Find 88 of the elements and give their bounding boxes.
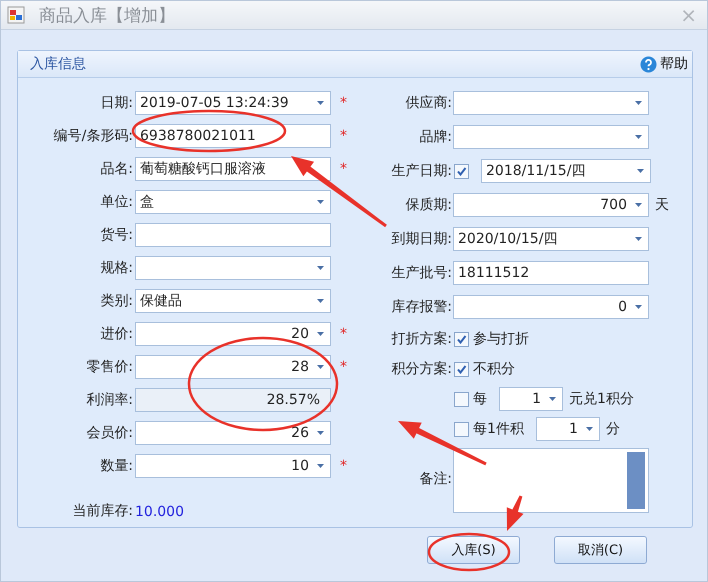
number-field[interactable]: 26 — [135, 420, 331, 444]
field-label: 品名: — [99, 160, 133, 178]
required-mark: * — [340, 358, 347, 374]
number-field[interactable]: 0 — [453, 295, 649, 319]
input-field[interactable]: 6938780021011 — [135, 124, 331, 148]
field-label: 进价: — [99, 324, 133, 342]
checkbox-label[interactable]: 每1件积 — [473, 420, 524, 438]
number-field[interactable]: 1 — [499, 387, 563, 411]
help-button[interactable]: 帮助 — [640, 55, 688, 73]
required-mark: * — [340, 160, 347, 176]
field-label: 生产日期: — [390, 162, 452, 180]
window-title: 商品入库【增加】 — [39, 4, 175, 26]
help-icon — [640, 56, 657, 72]
field-label: 积分方案: — [390, 360, 452, 378]
caret-icon[interactable] — [635, 305, 642, 309]
caret-icon[interactable] — [635, 203, 642, 207]
field-label: 打折方案: — [390, 330, 452, 348]
notes-field[interactable] — [453, 448, 649, 513]
dropdown-field[interactable] — [453, 91, 649, 115]
field-label: 供应商: — [404, 94, 452, 112]
checkbox-label[interactable]: 每 — [473, 390, 487, 408]
field-label: 备注: — [418, 470, 452, 488]
caret-icon[interactable] — [317, 364, 324, 368]
caret-icon[interactable] — [317, 332, 324, 336]
caret-icon[interactable] — [635, 135, 642, 139]
dropdown-field[interactable]: 保健品 — [135, 288, 331, 312]
unit-label: 天 — [655, 196, 669, 214]
dropdown-field[interactable] — [453, 125, 649, 149]
dropdown-field[interactable]: 2019-07-05 13:24:39 — [135, 90, 331, 114]
caret-icon[interactable] — [317, 298, 324, 302]
caret-icon[interactable] — [635, 237, 642, 241]
checkbox-label[interactable]: 不积分 — [473, 360, 515, 378]
stock-value: 10.000 — [135, 504, 184, 520]
field-label: 数量: — [99, 456, 133, 474]
dialog-button[interactable]: 入库(S) — [427, 536, 520, 564]
checkbox[interactable] — [454, 392, 469, 406]
caret-icon[interactable] — [637, 169, 644, 173]
readonly-field: 28.57% — [135, 388, 331, 412]
field-label: 规格: — [99, 258, 133, 276]
caret-icon[interactable] — [317, 464, 324, 468]
number-field[interactable]: 20 — [135, 322, 331, 346]
checkbox-label[interactable]: 参与打折 — [473, 330, 529, 348]
checkbox[interactable] — [454, 362, 469, 376]
number-field[interactable]: 28 — [135, 354, 331, 378]
checkbox[interactable] — [454, 332, 469, 346]
field-label: 零售价: — [85, 358, 133, 376]
date-field[interactable]: 2018/11/15/四 — [481, 159, 651, 183]
required-mark: * — [340, 458, 347, 474]
field-label: 利润率: — [85, 390, 133, 408]
group-title: 入库信息 — [30, 55, 86, 73]
input-field[interactable] — [135, 222, 331, 246]
input-field[interactable]: 葡萄糖酸钙口服溶液 — [135, 156, 331, 180]
field-label: 编号/条形码: — [52, 126, 133, 144]
input-field[interactable]: 18111512 — [453, 261, 649, 285]
checkbox[interactable] — [454, 422, 469, 436]
required-mark: * — [340, 326, 347, 342]
field-label: 会员价: — [85, 424, 133, 442]
scrollbar[interactable] — [627, 452, 645, 509]
caret-icon[interactable] — [586, 427, 593, 431]
field-label: 保质期: — [404, 196, 452, 214]
number-field[interactable]: 700 — [453, 193, 649, 217]
field-label: 到期日期: — [390, 230, 452, 248]
caret-icon[interactable] — [317, 430, 324, 434]
caret-icon[interactable] — [317, 200, 324, 204]
field-label: 货号: — [99, 226, 133, 244]
field-label: 生产批号: — [390, 264, 452, 282]
caret-icon[interactable] — [635, 101, 642, 105]
number-field[interactable]: 10 — [135, 454, 331, 478]
unit-label: 元兑1积分 — [569, 390, 634, 408]
caret-icon[interactable] — [549, 397, 556, 401]
dropdown-field[interactable] — [135, 256, 331, 280]
caret-icon[interactable] — [317, 266, 324, 270]
checkbox[interactable] — [454, 164, 469, 178]
number-field[interactable]: 1 — [536, 417, 600, 441]
field-label: 类别: — [99, 292, 133, 310]
field-label: 日期: — [99, 94, 133, 112]
field-label: 单位: — [99, 192, 133, 210]
required-mark: * — [340, 94, 347, 110]
required-mark: * — [340, 128, 347, 144]
field-label: 库存报警: — [390, 298, 452, 316]
field-label: 当前库存: — [71, 502, 133, 520]
dropdown-field[interactable]: 盒 — [135, 190, 331, 214]
unit-label: 分 — [606, 420, 620, 438]
app-icon — [7, 6, 25, 24]
caret-icon[interactable] — [317, 100, 324, 104]
dialog-button[interactable]: 取消(C) — [554, 536, 647, 564]
dropdown-field[interactable]: 2020/10/15/四 — [453, 227, 649, 251]
field-label: 品牌: — [418, 128, 452, 146]
